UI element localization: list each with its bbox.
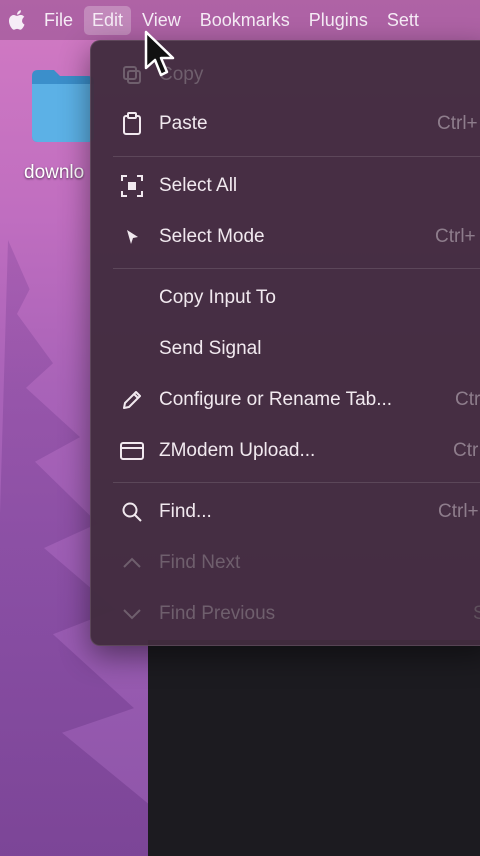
menu-item-label: Find Next: [159, 552, 241, 573]
menu-item-label: Select Mode: [159, 226, 265, 247]
menu-separator: [113, 268, 480, 269]
select-all-icon: [119, 173, 145, 199]
folder-label[interactable]: downlo: [24, 162, 84, 184]
menu-item-label: Configure or Rename Tab...: [159, 389, 393, 410]
edit-menu-dropdown: Copy Paste Ctrl+ Select All Select Mode …: [90, 40, 480, 646]
clipboard-icon: [119, 111, 145, 137]
menu-bar: File Edit View Bookmarks Plugins Sett: [0, 0, 480, 40]
shortcut-label: S: [473, 603, 480, 624]
mouse-cursor-icon: [143, 30, 179, 85]
menu-item-label: Paste: [159, 113, 208, 134]
menu-item-label: Select All: [159, 175, 238, 196]
menu-item-find[interactable]: Find... Ctrl+: [91, 492, 480, 532]
menu-item-copy-input-to[interactable]: Copy Input To: [91, 278, 480, 318]
shortcut-label: Ctrl+: [437, 113, 478, 134]
menu-item-label: Find Previous: [159, 603, 276, 624]
menu-item-label: Find...: [159, 501, 212, 522]
menu-item-send-signal[interactable]: Send Signal: [91, 329, 480, 369]
pointer-icon: [119, 224, 145, 250]
chevron-up-icon: [119, 550, 145, 576]
menu-item-label: ZModem Upload...: [159, 440, 316, 461]
search-icon: [119, 499, 145, 525]
menu-item-find-next[interactable]: Find Next: [91, 543, 480, 583]
menu-settings[interactable]: Sett: [379, 6, 427, 35]
menu-bookmarks[interactable]: Bookmarks: [192, 6, 298, 35]
chevron-down-icon: [119, 601, 145, 627]
shortcut-label: Ctr: [455, 389, 480, 410]
menu-edit[interactable]: Edit: [84, 5, 132, 35]
window-icon: [119, 438, 145, 464]
pencil-icon: [119, 387, 145, 413]
menu-item-label: Copy Input To: [159, 287, 276, 308]
apple-logo-icon[interactable]: [0, 0, 36, 40]
menu-plugins[interactable]: Plugins: [301, 6, 376, 35]
menu-item-find-previous[interactable]: Find Previous S: [91, 594, 480, 634]
menu-item-select-mode[interactable]: Select Mode Ctrl+: [91, 217, 480, 257]
menu-item-label: Send Signal: [159, 338, 262, 359]
menu-separator: [113, 156, 480, 157]
menu-item-zmodem-upload[interactable]: ZModem Upload... Ctr: [91, 431, 480, 471]
shortcut-label: Ctrl+: [438, 501, 479, 522]
menu-item-select-all[interactable]: Select All: [91, 166, 480, 206]
menu-item-paste[interactable]: Paste Ctrl+: [91, 104, 480, 144]
shortcut-label: Ctrl+: [435, 226, 476, 247]
menu-file[interactable]: File: [36, 6, 81, 35]
menu-item-configure-tab[interactable]: Configure or Rename Tab... Ctr: [91, 380, 480, 420]
folder-icon[interactable]: [30, 66, 96, 146]
shortcut-label: Ctr: [453, 440, 479, 461]
copy-icon: [119, 62, 145, 88]
terminal-window[interactable]: [148, 640, 480, 856]
menu-separator: [113, 482, 480, 483]
